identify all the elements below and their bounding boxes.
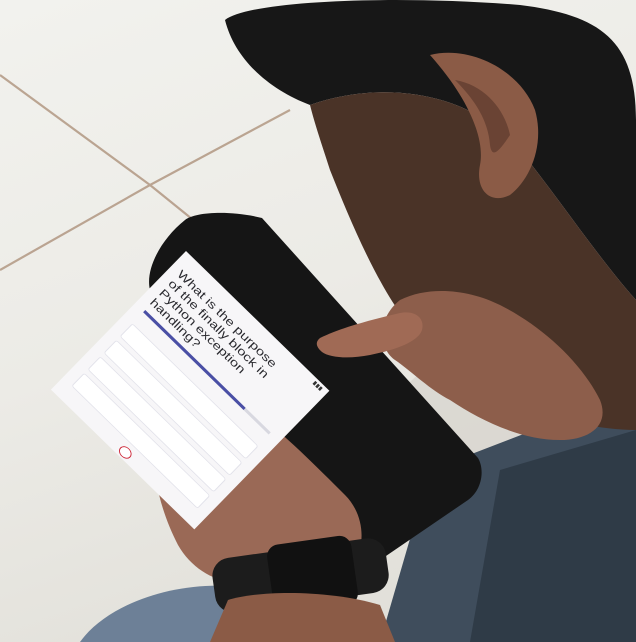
- scene: [0, 0, 636, 642]
- photo: ▮▮▮ What is the purpose of the finally b…: [0, 0, 636, 642]
- forearm: [210, 593, 395, 642]
